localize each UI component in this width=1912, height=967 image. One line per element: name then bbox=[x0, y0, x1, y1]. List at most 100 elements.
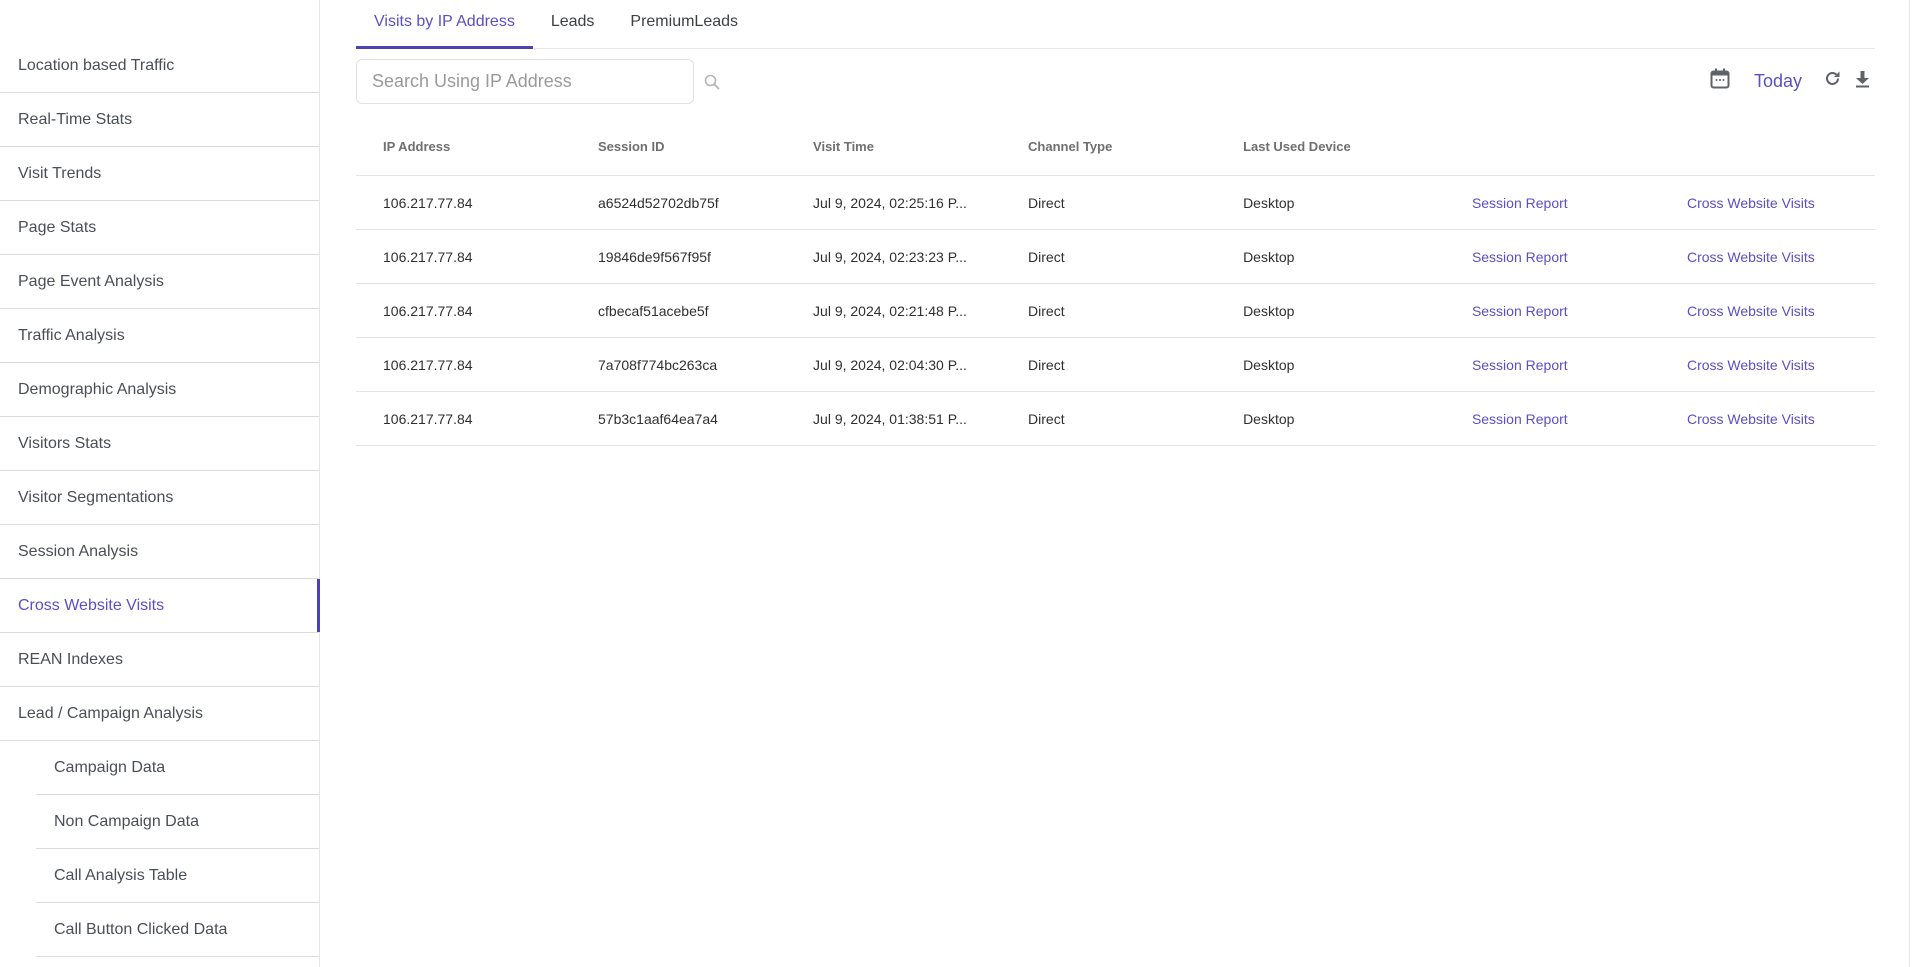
sidebar-item-label: Location based Traffic bbox=[18, 56, 175, 74]
visits-table: IP Address Session ID Visit Time Channel… bbox=[356, 117, 1875, 446]
tab-leads[interactable]: Leads bbox=[533, 0, 613, 48]
sidebar-item-lead-campaign-analysis[interactable]: Lead / Campaign Analysis bbox=[0, 687, 319, 741]
sidebar-item-label: Cross Website Visits bbox=[18, 596, 165, 614]
ip-address-cell: 106.217.77.84 bbox=[383, 194, 473, 211]
tab-label: Leads bbox=[550, 13, 595, 30]
sidebar-item-rean-indexes[interactable]: REAN Indexes bbox=[0, 633, 319, 687]
sidebar-item-page-stats[interactable]: Page Stats bbox=[0, 201, 319, 255]
sidebar-item-visitor-segmentations[interactable]: Visitor Segmentations bbox=[0, 471, 319, 525]
cross-website-visits-link[interactable]: Cross Website Visits bbox=[1660, 195, 1875, 211]
date-range-button[interactable]: Today bbox=[1754, 71, 1802, 92]
tab-label: PremiumLeads bbox=[630, 13, 739, 30]
tab-bar: Visits by IP Address Leads PremiumLeads bbox=[356, 0, 1875, 49]
sidebar-item-demographic-analysis[interactable]: Demographic Analysis bbox=[0, 363, 319, 417]
visit-time-cell: Jul 9, 2024, 02:25:16 P... bbox=[813, 194, 967, 211]
channel-type-cell: Direct bbox=[1028, 248, 1065, 265]
tab-premium-leads[interactable]: PremiumLeads bbox=[612, 0, 756, 48]
device-cell: Desktop bbox=[1243, 410, 1295, 427]
sidebar-item-call-analysis-table[interactable]: Call Analysis Table bbox=[36, 849, 319, 903]
table-header: IP Address Session ID Visit Time Channel… bbox=[356, 117, 1875, 176]
sidebar-item-label: Campaign Data bbox=[54, 758, 166, 776]
session-id-cell: 57b3c1aaf64ea7a4 bbox=[598, 410, 718, 427]
column-header-ip-address[interactable]: IP Address bbox=[356, 139, 571, 154]
sidebar: Location based Traffic Real-Time Stats V… bbox=[0, 0, 320, 967]
column-header-session-id[interactable]: Session ID bbox=[571, 139, 786, 154]
sidebar-item-label: REAN Indexes bbox=[18, 650, 123, 668]
session-report-link[interactable]: Session Report bbox=[1445, 249, 1660, 265]
sidebar-item-label: Visit Trends bbox=[18, 164, 102, 182]
cross-website-visits-link[interactable]: Cross Website Visits bbox=[1660, 411, 1875, 427]
device-cell: Desktop bbox=[1243, 248, 1295, 265]
channel-type-cell: Direct bbox=[1028, 356, 1065, 373]
sidebar-item-campaign-data[interactable]: Campaign Data bbox=[36, 741, 319, 795]
scrollbar-track[interactable] bbox=[1909, 0, 1910, 967]
table-row: 106.217.77.84 57b3c1aaf64ea7a4 Jul 9, 20… bbox=[356, 392, 1875, 446]
channel-type-cell: Direct bbox=[1028, 194, 1065, 211]
search-bar bbox=[356, 59, 721, 104]
sidebar-item-page-event-analysis[interactable]: Page Event Analysis bbox=[0, 255, 319, 309]
table-row: 106.217.77.84 cfbecaf51acebe5f Jul 9, 20… bbox=[356, 284, 1875, 338]
sidebar-item-label: Non Campaign Data bbox=[54, 812, 199, 830]
tab-label: Visits by IP Address bbox=[374, 13, 515, 30]
sidebar-item-visitors-stats[interactable]: Visitors Stats bbox=[0, 417, 319, 471]
device-cell: Desktop bbox=[1243, 194, 1295, 211]
cross-website-visits-link[interactable]: Cross Website Visits bbox=[1660, 357, 1875, 373]
session-report-link[interactable]: Session Report bbox=[1445, 411, 1660, 427]
sidebar-item-non-campaign-data[interactable]: Non Campaign Data bbox=[36, 795, 319, 849]
table-row: 106.217.77.84 7a708f774bc263ca Jul 9, 20… bbox=[356, 338, 1875, 392]
sidebar-item-visit-trends[interactable]: Visit Trends bbox=[0, 147, 319, 201]
sidebar-item-location-based-traffic[interactable]: Location based Traffic bbox=[0, 39, 319, 93]
sidebar-item-session-analysis[interactable]: Session Analysis bbox=[0, 525, 319, 579]
session-report-link[interactable]: Session Report bbox=[1445, 357, 1660, 373]
sidebar-item-call-button-clicked-data[interactable]: Call Button Clicked Data bbox=[36, 903, 319, 957]
tab-visits-by-ip-address[interactable]: Visits by IP Address bbox=[356, 0, 533, 49]
column-header-channel-type[interactable]: Channel Type bbox=[1001, 139, 1216, 154]
ip-address-cell: 106.217.77.84 bbox=[383, 302, 473, 319]
session-id-cell: 7a708f774bc263ca bbox=[598, 356, 718, 373]
refresh-icon[interactable] bbox=[1824, 70, 1841, 92]
search-icon[interactable] bbox=[703, 73, 721, 91]
cross-website-visits-link[interactable]: Cross Website Visits bbox=[1660, 303, 1875, 319]
sidebar-item-real-time-stats[interactable]: Real-Time Stats bbox=[0, 93, 319, 147]
session-report-link[interactable]: Session Report bbox=[1445, 303, 1660, 319]
table-row: 106.217.77.84 19846de9f567f95f Jul 9, 20… bbox=[356, 230, 1875, 284]
search-input[interactable] bbox=[356, 59, 694, 104]
device-cell: Desktop bbox=[1243, 302, 1295, 319]
sidebar-menu: Location based Traffic Real-Time Stats V… bbox=[0, 39, 320, 957]
sidebar-item-label: Page Stats bbox=[18, 218, 97, 236]
ip-address-cell: 106.217.77.84 bbox=[383, 356, 473, 373]
main-content: Visits by IP Address Leads PremiumLeads … bbox=[320, 0, 1912, 967]
sidebar-item-label: Real-Time Stats bbox=[18, 110, 133, 128]
visit-time-cell: Jul 9, 2024, 02:21:48 P... bbox=[813, 302, 967, 319]
toolbar: Today bbox=[1710, 68, 1870, 94]
sidebar-item-label: Visitor Segmentations bbox=[18, 488, 174, 506]
ip-address-cell: 106.217.77.84 bbox=[383, 410, 473, 427]
ip-address-cell: 106.217.77.84 bbox=[383, 248, 473, 265]
cross-website-visits-link[interactable]: Cross Website Visits bbox=[1660, 249, 1875, 265]
visit-time-cell: Jul 9, 2024, 01:38:51 P... bbox=[813, 410, 967, 427]
session-id-cell: cfbecaf51acebe5f bbox=[598, 302, 709, 319]
column-header-last-used-device[interactable]: Last Used Device bbox=[1216, 139, 1445, 154]
sidebar-item-label: Demographic Analysis bbox=[18, 380, 177, 398]
session-id-cell: 19846de9f567f95f bbox=[598, 248, 711, 265]
channel-type-cell: Direct bbox=[1028, 410, 1065, 427]
sidebar-item-label: Call Analysis Table bbox=[54, 866, 188, 884]
session-id-cell: a6524d52702db75f bbox=[598, 194, 719, 211]
sidebar-item-cross-website-visits[interactable]: Cross Website Visits bbox=[0, 579, 320, 633]
visit-time-cell: Jul 9, 2024, 02:23:23 P... bbox=[813, 248, 967, 265]
session-report-link[interactable]: Session Report bbox=[1445, 195, 1660, 211]
sidebar-item-label: Session Analysis bbox=[18, 542, 139, 560]
visit-time-cell: Jul 9, 2024, 02:04:30 P... bbox=[813, 356, 967, 373]
calendar-icon[interactable] bbox=[1710, 68, 1730, 94]
sidebar-item-traffic-analysis[interactable]: Traffic Analysis bbox=[0, 309, 319, 363]
column-header-visit-time[interactable]: Visit Time bbox=[786, 139, 1001, 154]
sidebar-item-label: Call Button Clicked Data bbox=[54, 920, 228, 938]
sidebar-item-label: Traffic Analysis bbox=[18, 326, 125, 344]
channel-type-cell: Direct bbox=[1028, 302, 1065, 319]
sidebar-item-label: Visitors Stats bbox=[18, 434, 112, 452]
sidebar-item-label: Page Event Analysis bbox=[18, 272, 164, 290]
device-cell: Desktop bbox=[1243, 356, 1295, 373]
download-icon[interactable] bbox=[1855, 70, 1870, 93]
sidebar-item-label: Lead / Campaign Analysis bbox=[18, 704, 203, 722]
table-row: 106.217.77.84 a6524d52702db75f Jul 9, 20… bbox=[356, 176, 1875, 230]
